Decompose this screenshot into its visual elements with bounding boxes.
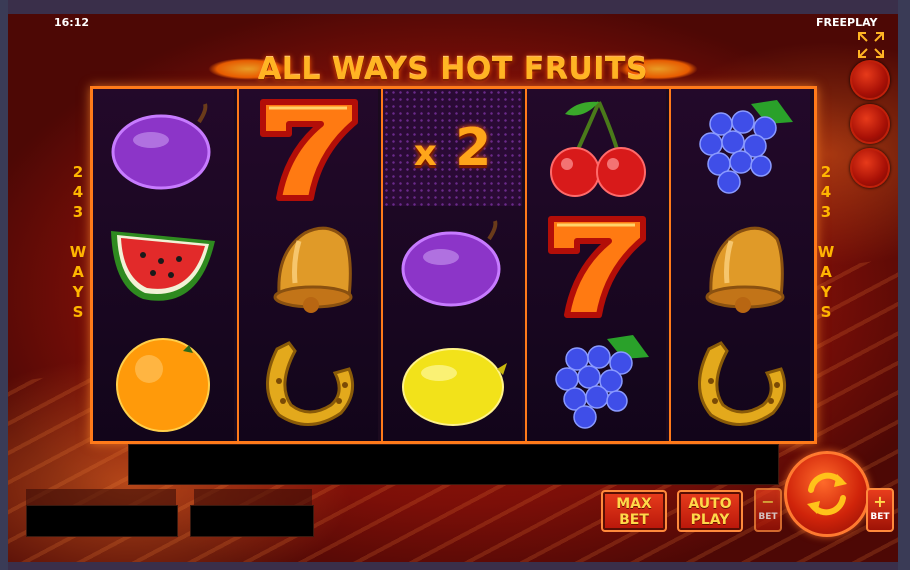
seven-symbol xyxy=(527,206,666,323)
paytable-button[interactable] xyxy=(850,104,890,144)
reel-4 xyxy=(525,89,666,441)
bell-icon xyxy=(273,226,352,313)
message-bar xyxy=(128,444,779,485)
auto-play-button[interactable]: AUTO PLAY xyxy=(677,490,743,532)
plum-icon xyxy=(401,219,500,306)
orange-symbol xyxy=(93,324,232,441)
multiplier-symbol: x 2 xyxy=(383,89,522,206)
bet-decrease-button[interactable]: − BET xyxy=(754,488,782,532)
cherry-symbol xyxy=(527,89,666,206)
plum-symbol xyxy=(93,89,232,206)
plum-icon xyxy=(111,102,210,189)
reel-1 xyxy=(93,89,234,441)
grapes-icon xyxy=(554,334,649,429)
plum-symbol xyxy=(383,206,522,323)
game-canvas: 16:12 FREEPLAY ALL WAYS HOT FRUITS 243 W… xyxy=(8,14,898,562)
balance-display xyxy=(26,505,178,537)
reel-3: x 2 xyxy=(381,89,522,441)
horseshoe-symbol xyxy=(239,324,378,441)
seven-icon xyxy=(547,215,646,318)
watermelon-icon xyxy=(110,230,215,301)
multiplier-prefix: x xyxy=(413,132,437,174)
clock: 16:12 xyxy=(54,16,90,29)
spin-button[interactable] xyxy=(784,451,870,537)
ways-label-left: 243 WAYS xyxy=(69,163,87,321)
lemon-icon xyxy=(401,347,507,426)
multiplier-value: 2 xyxy=(455,117,492,178)
orange-icon xyxy=(115,337,210,432)
max-bet-button[interactable]: MAX BET xyxy=(601,490,667,532)
game-title: ALL WAYS HOT FRUITS xyxy=(258,52,648,87)
bell-symbol xyxy=(671,206,810,323)
spin-arrows-icon xyxy=(807,472,847,516)
bell-icon xyxy=(705,226,784,313)
seven-icon xyxy=(259,98,358,201)
seven-symbol xyxy=(239,89,378,206)
bet-display xyxy=(190,505,314,537)
reel-grid: x 2 xyxy=(90,86,817,444)
bell-symbol xyxy=(239,206,378,323)
game-window: 16:12 FREEPLAY ALL WAYS HOT FRUITS 243 W… xyxy=(0,0,910,570)
sound-button[interactable] xyxy=(850,148,890,188)
watermelon-symbol xyxy=(93,206,232,323)
menu-button[interactable] xyxy=(850,60,890,100)
grapes-symbol xyxy=(671,89,810,206)
cherry-icon xyxy=(549,100,646,197)
fullscreen-icon[interactable] xyxy=(856,30,886,60)
bet-increase-button[interactable]: + BET xyxy=(866,488,894,532)
horseshoe-symbol xyxy=(671,324,810,441)
reel-2 xyxy=(237,89,378,441)
reel-5 xyxy=(669,89,810,441)
horseshoe-icon xyxy=(697,340,786,426)
ways-label-right: 243 WAYS xyxy=(817,163,835,321)
horseshoe-icon xyxy=(265,340,354,426)
grapes-symbol xyxy=(527,324,666,441)
play-mode-label: FREEPLAY xyxy=(816,16,878,29)
grapes-icon xyxy=(698,99,793,194)
lemon-symbol xyxy=(383,324,522,441)
